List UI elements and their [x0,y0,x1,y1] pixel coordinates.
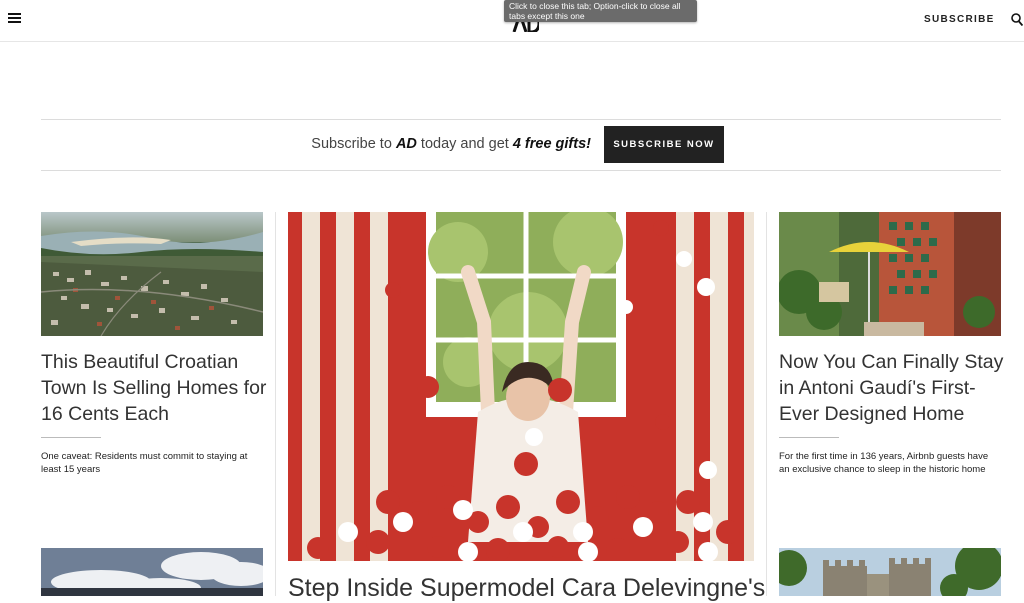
hamburger-menu-icon[interactable] [8,13,21,24]
article-dek: One caveat: Residents must commit to sta… [41,451,248,475]
article-image-cloudy-sky[interactable] [41,548,263,596]
banner-text: Subscribe to AD today and get 4 free gif… [311,136,591,152]
column-divider [766,212,767,596]
column-divider [275,212,276,596]
search-icon[interactable] [1011,13,1023,26]
banner-brand: AD [395,136,417,152]
banner-offer: 4 free gifts! [512,136,591,152]
banner-text-prefix: Subscribe to [311,136,396,152]
article-image-gaudi-courtyard[interactable] [779,212,1001,336]
article-title[interactable]: This Beautiful Croatian Town Is Selling … [41,349,271,427]
tooltip-line-2: tabs except this one [509,11,585,21]
article-title[interactable]: Step Inside Supermodel Cara Delevingne's [288,573,765,603]
article-image-castle[interactable] [779,548,1001,596]
tooltip-line-1: Click to close this tab; Option-click to… [509,1,681,11]
subscribe-now-button[interactable]: SUBSCRIBE NOW [604,126,724,163]
subscribe-link[interactable]: SUBSCRIBE [924,14,995,25]
title-divider [41,437,101,438]
banner-text-middle: today and get [416,136,513,152]
title-divider [779,437,839,438]
subscribe-banner: Subscribe to AD today and get 4 free gif… [41,119,1001,171]
article-title[interactable]: Now You Can Finally Stay in Antoni Gaudí… [779,349,1009,427]
article-dek: For the first time in 136 years, Airbnb … [779,451,989,475]
tab-close-tooltip: Click to close this tab; Option-click to… [504,0,697,22]
article-image-ball-pit[interactable] [288,212,754,561]
article-image-aerial-town[interactable] [41,212,263,336]
